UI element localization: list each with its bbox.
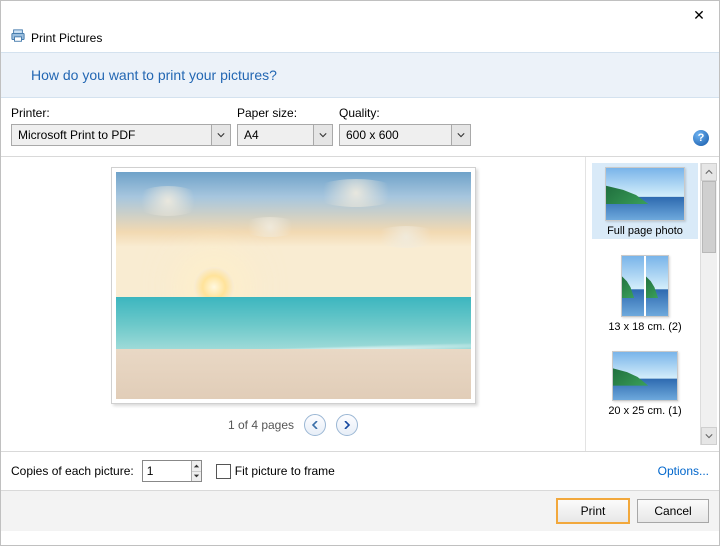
scroll-up-button[interactable]: [701, 163, 717, 181]
print-button-label: Print: [581, 504, 606, 518]
quality-select[interactable]: 600 x 600: [339, 124, 471, 146]
quality-group: Quality: 600 x 600: [339, 106, 471, 146]
checkbox-icon: [216, 464, 231, 479]
layout-label: 13 x 18 cm. (2): [608, 321, 681, 333]
printer-icon: [11, 29, 25, 46]
spinner-buttons: [191, 461, 201, 481]
help-button[interactable]: ?: [693, 130, 709, 146]
action-row: Print Cancel: [1, 491, 719, 531]
header-question: How do you want to print your pictures?: [19, 67, 701, 83]
scroll-track[interactable]: [701, 181, 717, 427]
layout-20x25[interactable]: 20 x 25 cm. (1): [592, 347, 698, 419]
layout-label: 20 x 25 cm. (1): [608, 405, 681, 417]
options-link[interactable]: Options...: [658, 464, 709, 478]
print-pictures-dialog: ✕ Print Pictures How do you want to prin…: [0, 0, 720, 546]
page-indicator: 1 of 4 pages: [228, 418, 294, 432]
prev-page-button[interactable]: [304, 414, 326, 436]
printer-value: Microsoft Print to PDF: [12, 128, 211, 142]
chevron-down-icon: [451, 125, 470, 145]
quality-label: Quality:: [339, 106, 471, 120]
preview-image: [116, 172, 471, 399]
layout-scrollbar[interactable]: [700, 163, 717, 445]
header-banner: How do you want to print your pictures?: [1, 52, 719, 98]
copies-row: Copies of each picture: Fit picture to f…: [1, 452, 719, 491]
quality-value: 600 x 600: [340, 128, 451, 142]
fit-label: Fit picture to frame: [235, 464, 335, 478]
layout-list: Full page photo 13 x 18 cm. (2) 20 x 25 …: [592, 163, 698, 445]
window-title: Print Pictures: [31, 31, 102, 45]
chevron-down-icon: [211, 125, 230, 145]
printer-select[interactable]: Microsoft Print to PDF: [11, 124, 231, 146]
layout-thumb: [621, 255, 669, 317]
scroll-down-button[interactable]: [701, 427, 717, 445]
spin-up-button[interactable]: [192, 461, 201, 472]
titlebar: ✕: [1, 1, 719, 27]
paper-size-group: Paper size: A4: [237, 106, 333, 146]
layout-13x18[interactable]: 13 x 18 cm. (2): [592, 251, 698, 335]
layout-thumb: [605, 167, 685, 221]
cancel-button[interactable]: Cancel: [637, 499, 709, 523]
next-page-button[interactable]: [336, 414, 358, 436]
page-navigator: 1 of 4 pages: [228, 404, 358, 436]
paper-size-value: A4: [238, 128, 313, 142]
copies-label: Copies of each picture:: [11, 464, 134, 478]
layout-label: Full page photo: [607, 225, 683, 237]
printer-group: Printer: Microsoft Print to PDF: [11, 106, 231, 146]
chevron-down-icon: [313, 125, 332, 145]
close-icon: ✕: [693, 7, 705, 24]
spin-down-button[interactable]: [192, 472, 201, 482]
fit-to-frame-checkbox[interactable]: Fit picture to frame: [216, 464, 335, 479]
copies-spinner[interactable]: [142, 460, 202, 482]
layout-thumb: [612, 351, 678, 401]
window-title-row: Print Pictures: [1, 27, 719, 52]
layout-sidebar: Full page photo 13 x 18 cm. (2) 20 x 25 …: [585, 157, 719, 451]
preview-pane: 1 of 4 pages: [1, 157, 585, 451]
paper-size-select[interactable]: A4: [237, 124, 333, 146]
scroll-thumb[interactable]: [702, 181, 716, 253]
print-options-row: Printer: Microsoft Print to PDF Paper si…: [1, 98, 719, 157]
cancel-button-label: Cancel: [654, 504, 691, 518]
layout-full-page[interactable]: Full page photo: [592, 163, 698, 239]
close-button[interactable]: ✕: [685, 5, 713, 25]
help-icon: ?: [698, 132, 705, 144]
print-button[interactable]: Print: [557, 499, 629, 523]
copies-input[interactable]: [143, 461, 191, 481]
paper-size-label: Paper size:: [237, 106, 333, 120]
printer-label: Printer:: [11, 106, 231, 120]
page-preview: [111, 167, 476, 404]
main-area: 1 of 4 pages Full page photo: [1, 157, 719, 452]
